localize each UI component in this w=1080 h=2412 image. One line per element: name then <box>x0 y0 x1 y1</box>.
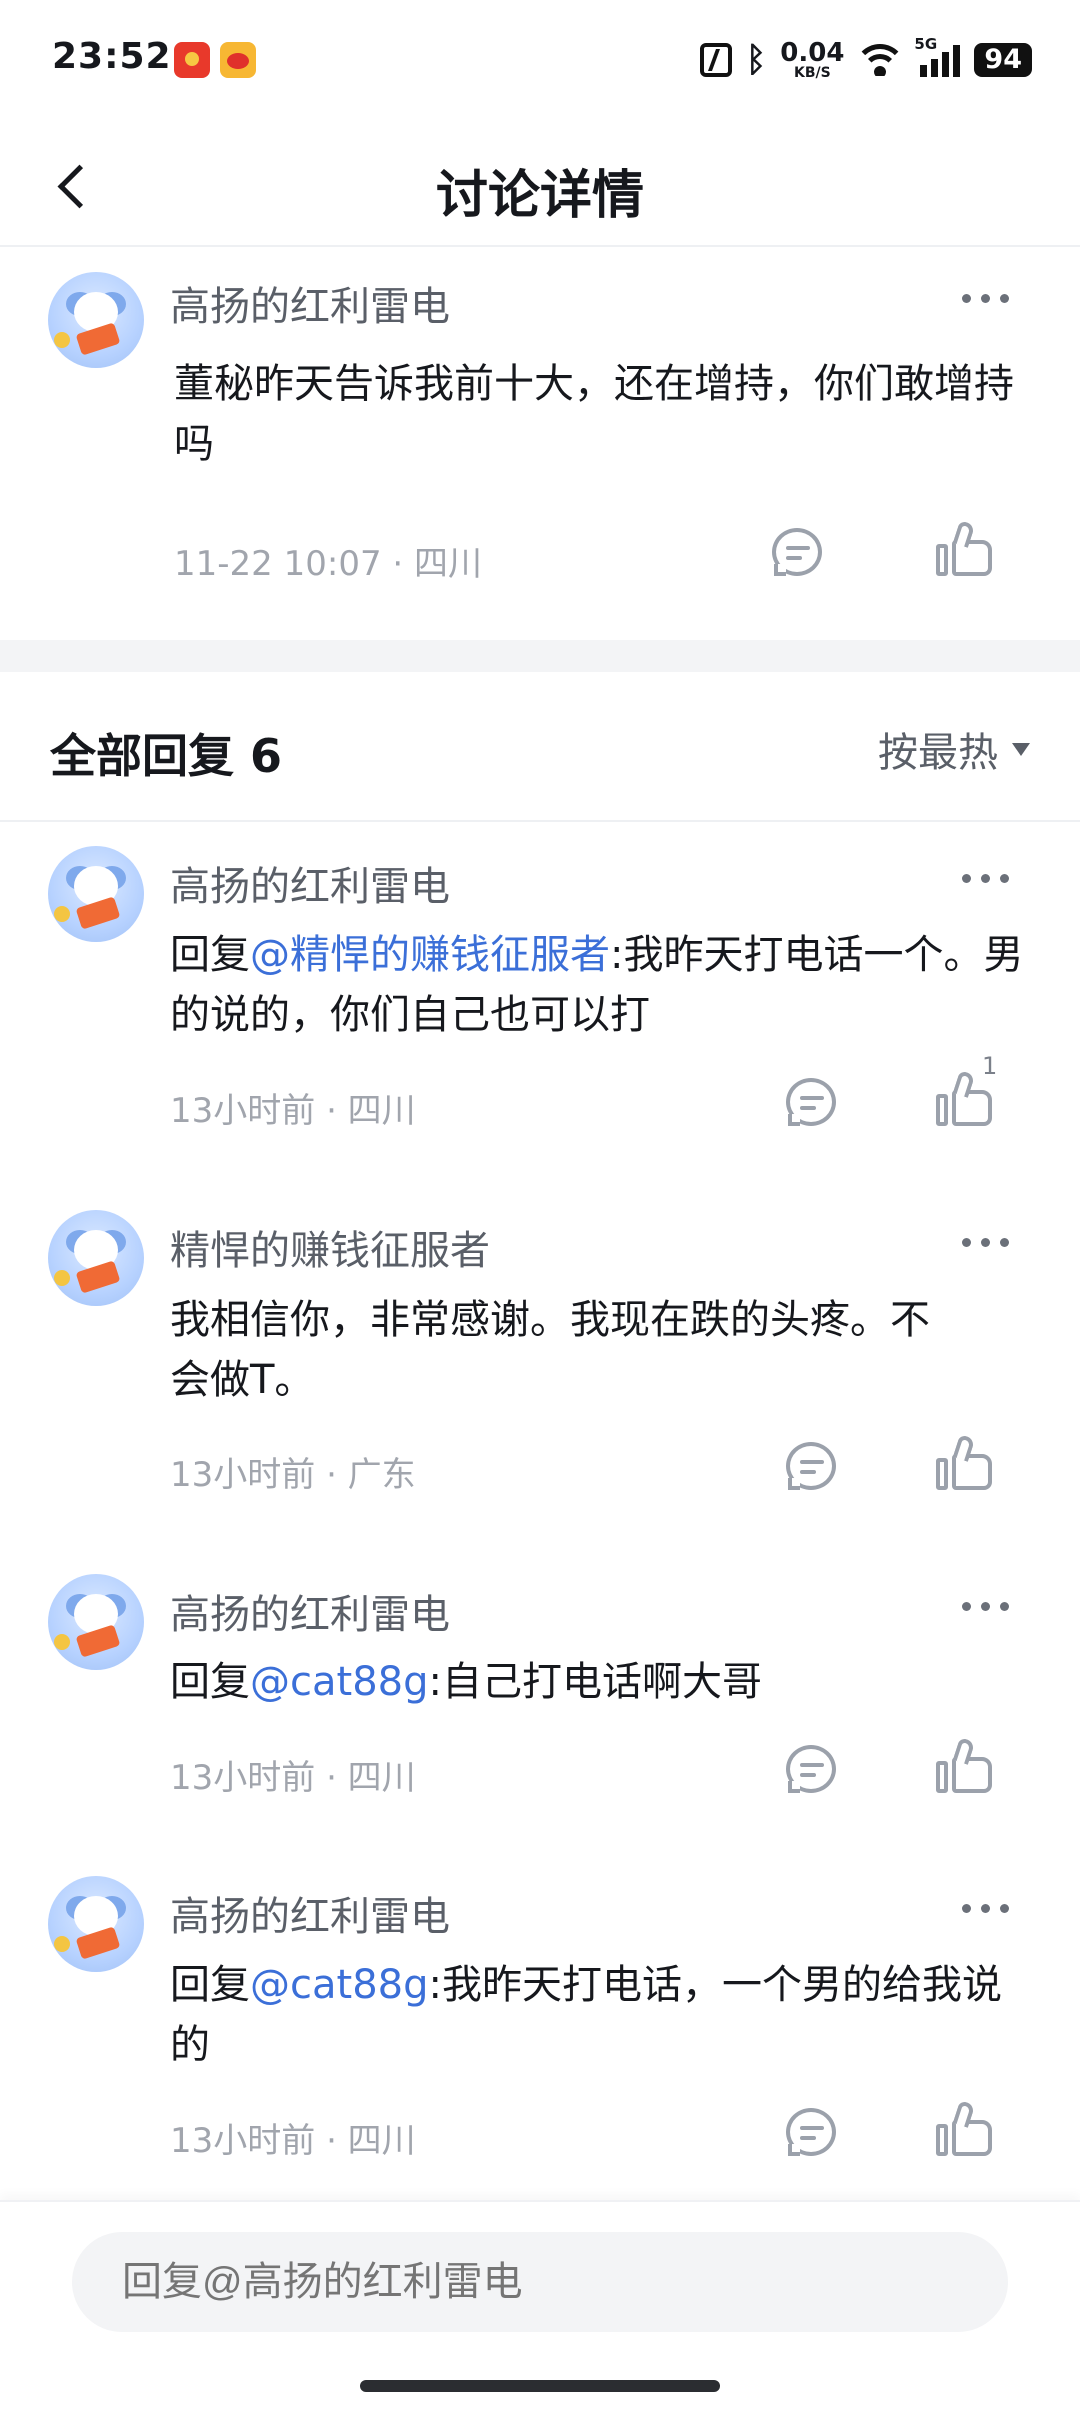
comment-icon[interactable] <box>770 526 828 580</box>
reply-meta: 13小时前 · 四川 <box>170 1758 416 1798</box>
home-indicator[interactable] <box>360 2380 720 2392</box>
reply-content: 回复@精悍的赚钱征服者:我昨天打电话一个。男的说的，你们自己也可以打 <box>170 932 1024 1038</box>
replies-section-title: 全部回复 6 <box>50 729 283 783</box>
mention-link[interactable]: @精悍的赚钱征服者 <box>250 932 610 978</box>
like-count: 1 <box>982 1052 998 1080</box>
reply-input[interactable] <box>72 2232 1008 2332</box>
more-options-icon[interactable] <box>956 1898 1016 1918</box>
reply-username[interactable]: 高扬的红利雷电 <box>170 1884 450 1942</box>
comment-icon[interactable] <box>784 1440 842 1494</box>
like-thumb-icon[interactable] <box>934 520 994 578</box>
wifi-icon <box>858 44 903 76</box>
red-packet-notification-icon <box>174 42 210 78</box>
page-title: 讨论详情 <box>435 166 644 226</box>
weibo-notification-icon <box>220 42 256 78</box>
avatar[interactable] <box>48 1210 144 1306</box>
battery-indicator: 94 <box>974 43 1032 77</box>
sort-label: 按最热 <box>878 730 998 776</box>
reply-content: 回复@cat88g:自己打电话啊大哥 <box>170 1659 762 1705</box>
avatar[interactable] <box>48 1876 144 1972</box>
reply-username[interactable]: 精悍的赚钱征服者 <box>170 1218 490 1276</box>
status-icons: ᛒ 0.04 KB/S 5G 94 <box>699 30 1032 90</box>
status-time: 23:52 <box>52 36 172 77</box>
reply-bar <box>0 2200 1080 2412</box>
caret-down-icon <box>1012 742 1030 756</box>
comment-icon[interactable] <box>784 1076 842 1130</box>
like-thumb-icon[interactable] <box>934 1434 994 1492</box>
more-options-icon[interactable] <box>956 868 1016 888</box>
reply-username[interactable]: 高扬的红利雷电 <box>170 1582 450 1640</box>
comment-icon[interactable] <box>784 2106 842 2160</box>
avatar[interactable] <box>48 846 144 942</box>
more-options-icon[interactable] <box>956 288 1016 308</box>
post-content: 董秘昨天告诉我前十大，还在增持，你们敢增持吗 <box>174 361 1014 467</box>
reply-content: 我相信你，非常感谢。我现在跌的头疼。不会做T。 <box>170 1297 930 1403</box>
post-meta: 11-22 10:07 · 四川 <box>174 544 483 584</box>
network-speed: 0.04 KB/S <box>780 38 845 81</box>
section-line <box>0 820 1080 822</box>
mention-link[interactable]: @cat88g <box>250 1659 428 1705</box>
reply-meta: 13小时前 · 四川 <box>170 2121 416 2161</box>
reply-content: 回复@cat88g:我昨天打电话，一个男的给我说的 <box>170 1962 1002 2068</box>
more-options-icon[interactable] <box>956 1232 1016 1252</box>
more-options-icon[interactable] <box>956 1596 1016 1616</box>
nfc-icon <box>699 43 732 77</box>
sort-dropdown[interactable]: 按最热 <box>878 720 1030 778</box>
avatar[interactable] <box>48 272 144 368</box>
mention-link[interactable]: @cat88g <box>250 1962 428 2008</box>
section-divider <box>0 640 1080 672</box>
like-thumb-icon[interactable] <box>934 2100 994 2158</box>
signal-icon: 5G <box>914 35 961 77</box>
like-thumb-icon[interactable] <box>934 1737 994 1795</box>
reply-meta: 13小时前 · 四川 <box>170 1091 416 1131</box>
reply-meta: 13小时前 · 广东 <box>170 1455 416 1495</box>
avatar[interactable] <box>48 1574 144 1670</box>
bluetooth-icon: ᛒ <box>745 40 767 80</box>
page-header: 讨论详情 <box>0 125 1080 247</box>
reply-username[interactable]: 高扬的红利雷电 <box>170 854 450 912</box>
status-bar: 23:52 ᛒ 0.04 KB/S 5G 94 <box>0 0 1080 125</box>
post-username[interactable]: 高扬的红利雷电 <box>170 274 450 332</box>
comment-icon[interactable] <box>784 1743 842 1797</box>
